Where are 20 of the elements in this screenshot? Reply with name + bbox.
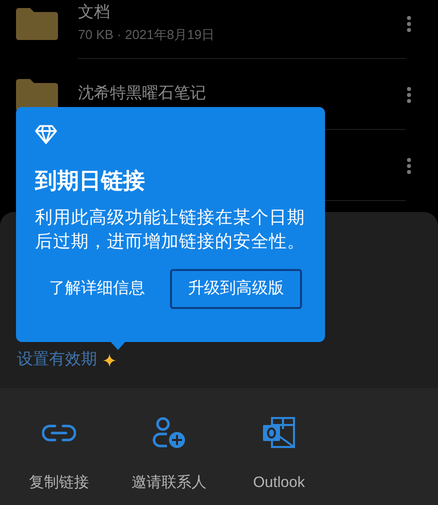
file-name: 沈希特黑曜石笔记 bbox=[78, 84, 207, 104]
upgrade-button[interactable]: 升级到高级版 bbox=[170, 269, 302, 309]
folder-icon bbox=[16, 8, 58, 40]
learn-more-button[interactable]: 了解详细信息 bbox=[35, 269, 159, 309]
diamond-icon bbox=[35, 125, 57, 144]
file-meta: 70 KB · 2021年8月19日 bbox=[78, 26, 216, 44]
more-options-icon[interactable] bbox=[406, 156, 412, 174]
folder-icon bbox=[16, 78, 58, 110]
share-option[interactable]: Outlook bbox=[234, 416, 324, 494]
popup-description: 利用此高级功能让链接在某个日期后过期，进而增加链接的安全性。 bbox=[35, 206, 306, 253]
popup-title: 到期日链接 bbox=[35, 167, 146, 195]
share-option[interactable]: 邀请联系人 bbox=[124, 416, 214, 494]
file-name: 文档 bbox=[78, 2, 111, 23]
outlook-icon bbox=[262, 417, 296, 449]
more-options-icon[interactable] bbox=[406, 14, 412, 32]
link-icon bbox=[42, 424, 76, 442]
share-option[interactable]: 复制链接 bbox=[14, 416, 104, 494]
add-contact-icon bbox=[152, 417, 186, 449]
more-options-icon[interactable] bbox=[406, 86, 412, 104]
sparkle-icon bbox=[103, 354, 116, 366]
